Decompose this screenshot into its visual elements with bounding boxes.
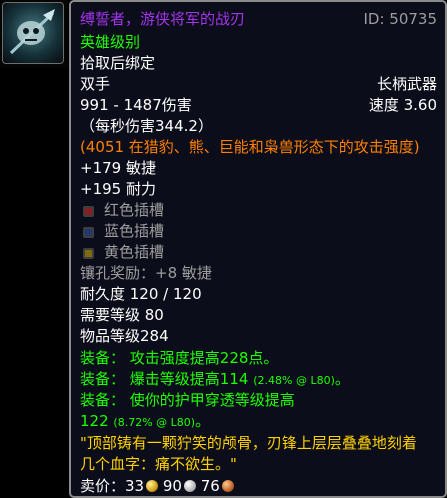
required-level: 需要等级 80 <box>80 306 164 324</box>
skull-polearm-icon <box>2 2 64 64</box>
weapon-dps: （每秒伤害344.2） <box>80 117 213 135</box>
equip-prefix: 装备： <box>80 391 126 409</box>
equip-suffix: 。 <box>195 412 211 430</box>
equip-effect-3-cont: 122 (8.72% @ L80)。 <box>80 411 437 433</box>
durability: 耐久度 120 / 120 <box>80 285 202 303</box>
weapon-slot-row: 双手 长柄武器 <box>80 74 437 94</box>
socket-label: 蓝色插槽 <box>104 222 165 240</box>
silver-coin-icon <box>183 480 196 492</box>
equip-effect-1: 装备： 攻击强度提高228点。 <box>80 348 437 368</box>
sell-copper: 76 <box>200 477 220 495</box>
socket-yellow: 黄色插槽 <box>80 242 437 262</box>
sell-gold: 33 <box>125 477 145 495</box>
item-id: ID: 50735 <box>363 10 437 28</box>
damage-row: 991 - 1487伤害 速度 3.60 <box>80 95 437 115</box>
item-level: 物品等级284 <box>80 327 169 345</box>
item-quality: 英雄级别 <box>80 33 141 51</box>
equip-suffix: 。 <box>334 370 350 388</box>
stat-agility: +179 敏捷 <box>80 159 156 177</box>
copper-coin-icon <box>221 480 234 492</box>
equip-note: (2.48% @ L80) <box>253 374 335 387</box>
equip-value: 122 <box>80 412 109 430</box>
gold-coin-icon <box>146 480 159 492</box>
equip-prefix: 装备： <box>80 349 126 367</box>
red-socket-icon <box>83 206 94 217</box>
sell-price: 卖价：33 90 76 <box>80 476 437 496</box>
equip-prefix: 装备： <box>80 370 126 388</box>
blue-socket-icon <box>83 227 94 238</box>
flavor-text-2: 几个血字：痛不欲生。" <box>80 455 237 473</box>
equip-effect-3: 装备： 使你的护甲穿透等级提高 <box>80 390 437 410</box>
equip-text: 使你的护甲穿透等级提高 <box>129 391 295 409</box>
socket-red: 红色插槽 <box>80 200 437 220</box>
flavor-text-1: "顶部铸有一颗狞笑的颅骨，刃锋上层层叠叠地刻着 <box>80 434 417 452</box>
sell-silver: 90 <box>162 477 182 495</box>
socket-label: 黄色插槽 <box>104 243 165 261</box>
yellow-socket-icon <box>83 248 94 259</box>
item-name: 缚誓者，游侠将军的战刃 <box>80 10 246 28</box>
item-binding: 拾取后绑定 <box>80 54 156 72</box>
socket-label: 红色插槽 <box>104 201 165 219</box>
equip-text: 攻击强度提高228点。 <box>129 349 279 367</box>
equip-effect-2: 装备： 爆击等级提高114 (2.48% @ L80)。 <box>80 369 437 391</box>
equip-text: 爆击等级提高114 <box>129 370 249 388</box>
socket-blue: 蓝色插槽 <box>80 221 437 241</box>
weapon-speed: 速度 3.60 <box>368 96 437 114</box>
weapon-hand: 双手 <box>80 75 111 93</box>
equip-note: (8.72% @ L80) <box>113 416 196 429</box>
sell-label: 卖价： <box>80 477 126 495</box>
weapon-type: 长柄武器 <box>376 75 437 93</box>
item-name-row: 缚誓者，游侠将军的战刃 ID: 50735 <box>80 9 437 29</box>
feral-attack-power: (4051 在猎豹、熊、巨能和枭兽形态下的攻击强度) <box>80 138 420 156</box>
weapon-damage: 991 - 1487伤害 <box>80 96 192 114</box>
socket-bonus: 镶孔奖励：+8 敏捷 <box>80 264 212 282</box>
stat-stamina: +195 耐力 <box>80 180 156 198</box>
item-icon-container <box>0 0 68 68</box>
item-tooltip: 缚誓者，游侠将军的战刃 ID: 50735 英雄级别 拾取后绑定 双手 长柄武器… <box>69 0 447 498</box>
